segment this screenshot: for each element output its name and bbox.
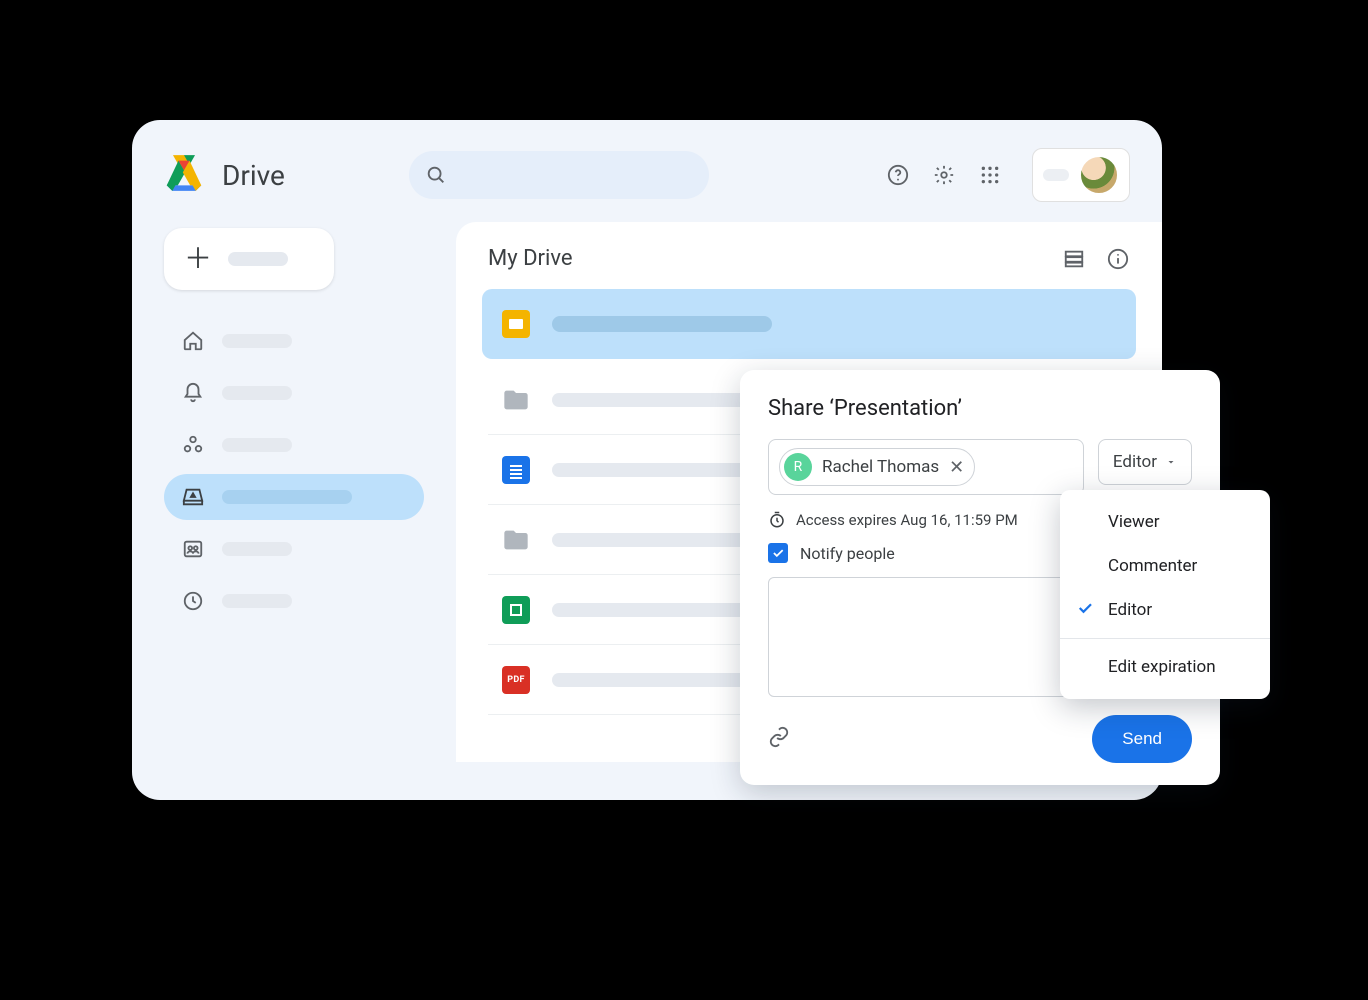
- help-icon[interactable]: [886, 163, 910, 187]
- remove-person-icon[interactable]: ✕: [949, 457, 964, 478]
- gear-icon[interactable]: [932, 163, 956, 187]
- app-name: Drive: [222, 159, 285, 192]
- account-placeholder: [1043, 169, 1069, 181]
- new-button[interactable]: ＋: [164, 228, 334, 290]
- role-selected-label: Editor: [1113, 452, 1157, 472]
- bell-icon: [182, 382, 204, 404]
- role-option-viewer[interactable]: ✓Viewer: [1060, 500, 1270, 544]
- person-avatar: R: [784, 453, 812, 481]
- sheets-icon: [502, 596, 530, 624]
- sidebar-item-activity[interactable]: [164, 370, 424, 416]
- sidebar-item-recent[interactable]: [164, 578, 424, 624]
- sidebar-item-my-drive[interactable]: [164, 474, 424, 520]
- sidebar-item-shared[interactable]: [164, 526, 424, 572]
- pdf-icon: PDF: [502, 666, 530, 694]
- chevron-down-icon: [1165, 456, 1177, 468]
- search-icon: [425, 164, 447, 186]
- drive-logo-icon: [164, 153, 204, 197]
- sidebar-item-home[interactable]: [164, 318, 424, 364]
- shared-drives-icon: [182, 538, 204, 560]
- copy-link-icon[interactable]: [768, 726, 790, 752]
- sidebar: ＋: [164, 222, 424, 762]
- sidebar-item-workspaces[interactable]: [164, 422, 424, 468]
- account-switcher[interactable]: [1032, 148, 1130, 202]
- timer-icon: [768, 511, 786, 529]
- expiration-text: Access expires Aug 16, 11:59 PM: [796, 511, 1018, 529]
- person-chip[interactable]: R Rachel Thomas ✕: [779, 448, 975, 486]
- avatar: [1079, 155, 1119, 195]
- info-icon[interactable]: [1106, 247, 1130, 271]
- list-view-icon[interactable]: [1062, 247, 1086, 271]
- role-option-editor[interactable]: Editor: [1060, 588, 1270, 632]
- header: Drive: [132, 120, 1162, 222]
- plus-icon: ＋: [184, 245, 212, 273]
- workspaces-icon: [182, 434, 204, 456]
- apps-icon[interactable]: [978, 163, 1002, 187]
- home-icon: [182, 330, 204, 352]
- slides-icon: [502, 310, 530, 338]
- folder-icon: [502, 386, 530, 414]
- check-icon: [1076, 599, 1094, 617]
- role-option-commenter[interactable]: ✓Commenter: [1060, 544, 1270, 588]
- docs-icon: [502, 456, 530, 484]
- new-button-label: [228, 252, 288, 266]
- notify-checkbox[interactable]: [768, 543, 788, 563]
- breadcrumb[interactable]: My Drive: [488, 246, 573, 271]
- role-dropdown-menu: ✓Viewer ✓Commenter Editor Edit expiratio…: [1060, 490, 1270, 699]
- notify-label: Notify people: [800, 544, 895, 563]
- share-people-input[interactable]: R Rachel Thomas ✕: [768, 439, 1084, 495]
- share-dialog-title: Share ‘Presentation’: [768, 396, 1192, 421]
- role-option-edit-expiration[interactable]: Edit expiration: [1060, 645, 1270, 689]
- role-dropdown-button[interactable]: Editor: [1098, 439, 1192, 485]
- search-input[interactable]: [409, 151, 709, 199]
- send-button[interactable]: Send: [1092, 715, 1192, 763]
- file-row-slides[interactable]: [482, 289, 1136, 359]
- person-name: Rachel Thomas: [822, 457, 939, 477]
- folder-icon: [502, 526, 530, 554]
- clock-icon: [182, 590, 204, 612]
- drive-storage-icon: [182, 486, 204, 508]
- check-icon: [771, 546, 785, 560]
